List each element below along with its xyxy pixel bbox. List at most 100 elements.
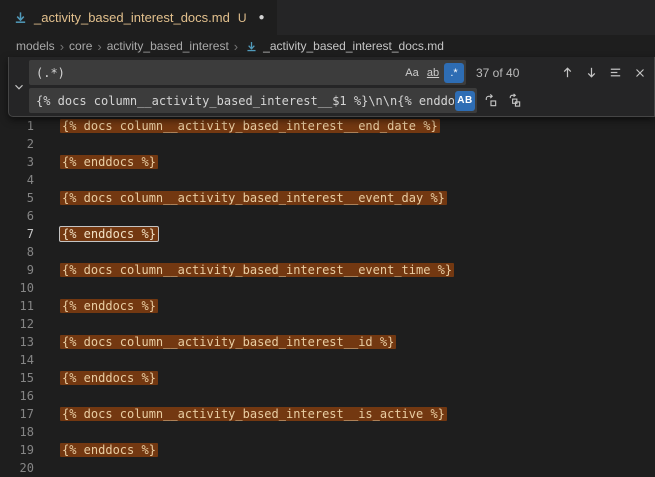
code-area[interactable]: 1 {% docs column__activity_based_interest… — [0, 117, 655, 477]
find-match: {% enddocs %} — [60, 299, 158, 313]
selection-lines-icon — [608, 65, 623, 80]
tab-title: _activity_based_interest_docs.md — [34, 10, 230, 25]
find-match: {% enddocs %} — [60, 443, 158, 457]
line-number: 10 — [0, 279, 34, 297]
line-number: 8 — [0, 243, 34, 261]
line-text: {% enddocs %} — [60, 225, 158, 243]
line-number: 12 — [0, 315, 34, 333]
code-line[interactable]: 10 — [0, 279, 655, 297]
chevron-down-icon — [12, 80, 26, 94]
find-match: {% docs column__activity_based_interest_… — [60, 335, 396, 349]
line-number: 7 — [0, 225, 34, 243]
line-text: {% enddocs %} — [60, 297, 158, 315]
find-query-text: (.*) — [36, 66, 401, 80]
replace-value-text: {% docs column__activity_based_interest_… — [36, 94, 454, 108]
code-line[interactable]: 13 {% docs column__activity_based_interes… — [0, 333, 655, 351]
line-text: {% enddocs %} — [60, 153, 158, 171]
regex-toggle[interactable]: .* — [444, 63, 464, 83]
line-text: {% enddocs %} — [60, 369, 158, 387]
find-match: {% docs column__activity_based_interest_… — [60, 407, 447, 421]
code-line[interactable]: 3 {% enddocs %} — [0, 153, 655, 171]
breadcrumb-separator: › — [234, 40, 238, 53]
line-number: 9 — [0, 261, 34, 279]
line-number: 16 — [0, 387, 34, 405]
breadcrumb-separator: › — [97, 40, 101, 53]
code-line[interactable]: 4 — [0, 171, 655, 189]
replace-all-button[interactable] — [504, 90, 525, 111]
close-find-button[interactable] — [629, 62, 650, 83]
line-number: 19 — [0, 441, 34, 459]
code-line[interactable]: 18 — [0, 423, 655, 441]
line-number: 13 — [0, 333, 34, 351]
next-match-button[interactable] — [581, 62, 602, 83]
line-text: {% docs column__activity_based_interest_… — [60, 117, 440, 135]
line-number: 4 — [0, 171, 34, 189]
breadcrumb-separator: › — [60, 40, 64, 53]
find-match: {% docs column__activity_based_interest_… — [60, 263, 454, 277]
breadcrumb-item-models[interactable]: models — [16, 39, 55, 53]
line-text: {% docs column__activity_based_interest_… — [60, 333, 396, 351]
code-line[interactable]: 12 — [0, 315, 655, 333]
match-count: 37 of 40 — [476, 66, 519, 80]
editor-tab[interactable]: _activity_based_interest_docs.md U ● — [0, 0, 277, 35]
find-in-selection-button[interactable] — [605, 62, 626, 83]
code-line[interactable]: 8 — [0, 243, 655, 261]
breadcrumb-file-label: _activity_based_interest_docs.md — [263, 39, 444, 53]
previous-match-button[interactable] — [557, 62, 578, 83]
git-status-badge: U — [238, 11, 247, 25]
code-line[interactable]: 1 {% docs column__activity_based_interest… — [0, 117, 655, 135]
code-line[interactable]: 16 — [0, 387, 655, 405]
preserve-case-toggle[interactable]: AB — [455, 91, 475, 111]
code-line[interactable]: 11 {% enddocs %} — [0, 297, 655, 315]
tab-bar: _activity_based_interest_docs.md U ● — [0, 0, 655, 35]
toggle-replace-button[interactable] — [9, 60, 29, 113]
line-text: {% enddocs %} — [60, 441, 158, 459]
code-line[interactable]: 7 {% enddocs %} — [0, 225, 655, 243]
breadcrumb-item-file[interactable]: _activity_based_interest_docs.md — [243, 38, 444, 54]
line-number: 15 — [0, 369, 34, 387]
arrow-down-icon — [584, 65, 599, 80]
whole-word-toggle[interactable]: ab — [423, 63, 443, 83]
replace-button[interactable] — [480, 90, 501, 111]
replace-input[interactable]: {% docs column__activity_based_interest_… — [29, 88, 477, 113]
line-number: 5 — [0, 189, 34, 207]
code-line[interactable]: 6 — [0, 207, 655, 225]
line-text: {% docs column__activity_based_interest_… — [60, 261, 454, 279]
find-match: {% docs column__activity_based_interest_… — [60, 191, 447, 205]
line-number: 6 — [0, 207, 34, 225]
breadcrumb: models › core › activity_based_interest … — [0, 35, 655, 57]
code-line[interactable]: 20 — [0, 459, 655, 477]
breadcrumb-item-activity-based-interest[interactable]: activity_based_interest — [107, 39, 229, 53]
find-input[interactable]: (.*) Aa ab .* — [29, 60, 466, 85]
find-match: {% docs column__activity_based_interest_… — [60, 119, 440, 133]
match-case-toggle[interactable]: Aa — [402, 63, 422, 83]
replace-all-icon — [507, 93, 522, 108]
code-line[interactable]: 2 — [0, 135, 655, 153]
arrow-up-icon — [560, 65, 575, 80]
line-number: 11 — [0, 297, 34, 315]
line-number: 17 — [0, 405, 34, 423]
line-number: 3 — [0, 153, 34, 171]
current-find-match: {% enddocs %} — [60, 227, 158, 241]
line-number: 1 — [0, 117, 34, 135]
line-number: 20 — [0, 459, 34, 477]
code-line[interactable]: 5 {% docs column__activity_based_interest… — [0, 189, 655, 207]
line-number: 14 — [0, 351, 34, 369]
markdown-file-icon — [243, 38, 259, 54]
find-widget: (.*) Aa ab .* 37 of 40 — [8, 57, 655, 117]
line-text: {% docs column__activity_based_interest_… — [60, 405, 447, 423]
replace-row: {% docs column__activity_based_interest_… — [29, 88, 650, 113]
line-text: {% docs column__activity_based_interest_… — [60, 189, 447, 207]
code-line[interactable]: 15 {% enddocs %} — [0, 369, 655, 387]
code-line[interactable]: 19 {% enddocs %} — [0, 441, 655, 459]
replace-icon — [483, 93, 498, 108]
find-match: {% enddocs %} — [60, 371, 158, 385]
code-line[interactable]: 17 {% docs column__activity_based_interes… — [0, 405, 655, 423]
markdown-file-icon — [12, 10, 28, 26]
find-row: (.*) Aa ab .* 37 of 40 — [29, 60, 650, 85]
breadcrumb-item-core[interactable]: core — [69, 39, 92, 53]
code-line[interactable]: 9 {% docs column__activity_based_interest… — [0, 261, 655, 279]
unsaved-changes-dot[interactable]: ● — [259, 12, 265, 23]
find-match: {% enddocs %} — [60, 155, 158, 169]
code-line[interactable]: 14 — [0, 351, 655, 369]
